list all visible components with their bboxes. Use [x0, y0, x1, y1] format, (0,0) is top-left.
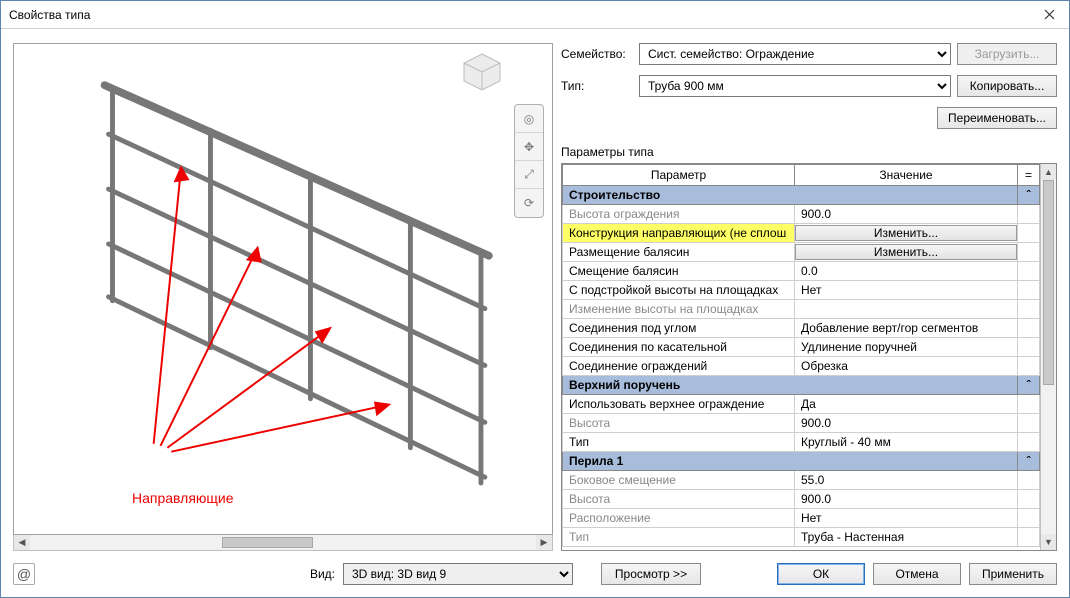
- value-cell[interactable]: Удлинение поручней: [795, 338, 1018, 357]
- close-button[interactable]: [1029, 1, 1069, 29]
- value-cell[interactable]: 0.0: [795, 262, 1018, 281]
- param-cell: Тип: [563, 528, 795, 547]
- scroll-down-icon[interactable]: ▼: [1041, 534, 1056, 550]
- param-cell: Расположение: [563, 509, 795, 528]
- eq-cell: [1018, 243, 1040, 262]
- eq-cell: [1018, 528, 1040, 547]
- value-cell[interactable]: Добавление верт/гор сегментов: [795, 319, 1018, 338]
- nav-pan-icon[interactable]: ✥: [515, 133, 543, 161]
- scroll-up-icon[interactable]: ▲: [1041, 164, 1056, 180]
- window-title: Свойства типа: [9, 8, 1029, 22]
- rename-button[interactable]: Переименовать...: [937, 107, 1057, 129]
- preview-h-scroll[interactable]: ◀ ▶: [13, 535, 553, 551]
- scroll-right-icon[interactable]: ▶: [536, 535, 552, 550]
- eq-cell: [1018, 433, 1040, 452]
- col-header-value[interactable]: Значение: [795, 165, 1018, 186]
- eq-cell: [1018, 338, 1040, 357]
- view-select[interactable]: 3D вид: 3D вид 9: [343, 563, 573, 585]
- param-cell: Конструкция направляющих (не сплош: [563, 224, 795, 243]
- cancel-button[interactable]: Отмена: [873, 563, 961, 585]
- family-select[interactable]: Сист. семейство: Ограждение: [639, 43, 951, 65]
- preview-button[interactable]: Просмотр >>: [601, 563, 701, 585]
- value-cell[interactable]: 900.0: [795, 490, 1018, 509]
- col-header-param[interactable]: Параметр: [563, 165, 795, 186]
- param-cell: Тип: [563, 433, 795, 452]
- group-header[interactable]: Верхний поручень: [563, 376, 1018, 395]
- param-cell: Соединение ограждений: [563, 357, 795, 376]
- value-cell[interactable]: 900.0: [795, 205, 1018, 224]
- copy-button[interactable]: Копировать...: [957, 75, 1057, 97]
- param-cell: Использовать верхнее ограждение: [563, 395, 795, 414]
- type-label: Тип:: [561, 79, 633, 93]
- param-cell: Высота: [563, 414, 795, 433]
- param-cell: С подстройкой высоты на площадках: [563, 281, 795, 300]
- view-label: Вид:: [310, 567, 335, 581]
- eq-cell: [1018, 509, 1040, 528]
- type-select[interactable]: Труба 900 мм: [639, 75, 951, 97]
- param-cell: Высота: [563, 490, 795, 509]
- family-label: Семейство:: [561, 47, 633, 61]
- eq-cell: [1018, 262, 1040, 281]
- group-header[interactable]: Перила 1: [563, 452, 1018, 471]
- eq-cell: [1018, 490, 1040, 509]
- eq-cell: [1018, 319, 1040, 338]
- apply-button[interactable]: Применить: [969, 563, 1057, 585]
- load-button[interactable]: Загрузить...: [957, 43, 1057, 65]
- eq-cell: [1018, 300, 1040, 319]
- nav-orbit-icon[interactable]: ⟳: [515, 189, 543, 217]
- value-cell[interactable]: Да: [795, 395, 1018, 414]
- eq-cell: [1018, 205, 1040, 224]
- edit-button[interactable]: Изменить...: [795, 244, 1017, 260]
- grid-v-scroll[interactable]: ▲ ▼: [1040, 164, 1056, 550]
- value-cell[interactable]: Круглый - 40 мм: [795, 433, 1018, 452]
- param-cell: Соединения по касательной: [563, 338, 795, 357]
- eq-cell: [1018, 471, 1040, 490]
- col-header-eq[interactable]: =: [1018, 165, 1040, 186]
- nav-zoom-icon[interactable]: ⤢: [515, 161, 543, 189]
- eq-cell: [1018, 357, 1040, 376]
- eq-cell: [1018, 395, 1040, 414]
- eq-cell: [1018, 281, 1040, 300]
- param-cell: Смещение балясин: [563, 262, 795, 281]
- group-collapse-icon[interactable]: ˆ: [1018, 452, 1040, 471]
- param-cell: Соединения под углом: [563, 319, 795, 338]
- group-collapse-icon[interactable]: ˆ: [1018, 186, 1040, 205]
- help-icon[interactable]: @: [13, 563, 35, 585]
- value-cell[interactable]: [795, 300, 1018, 319]
- nav-wheel-icon[interactable]: ◎: [515, 105, 543, 133]
- preview-viewport[interactable]: ◎ ✥ ⤢ ⟳ Направляющие: [13, 43, 553, 535]
- nav-toolbar: ◎ ✥ ⤢ ⟳: [514, 104, 544, 218]
- value-cell[interactable]: Обрезка: [795, 357, 1018, 376]
- edit-button[interactable]: Изменить...: [795, 225, 1017, 241]
- value-cell[interactable]: 900.0: [795, 414, 1018, 433]
- param-cell: Боковое смещение: [563, 471, 795, 490]
- value-cell[interactable]: Нет: [795, 281, 1018, 300]
- value-cell[interactable]: 55.0: [795, 471, 1018, 490]
- param-cell: Высота ограждения: [563, 205, 795, 224]
- group-collapse-icon[interactable]: ˆ: [1018, 376, 1040, 395]
- eq-cell: [1018, 414, 1040, 433]
- value-cell[interactable]: Нет: [795, 509, 1018, 528]
- params-section-label: Параметры типа: [561, 145, 1057, 159]
- param-cell: Изменение высоты на площадках: [563, 300, 795, 319]
- scroll-left-icon[interactable]: ◀: [14, 535, 30, 550]
- eq-cell: [1018, 224, 1040, 243]
- value-cell[interactable]: Труба - Настенная: [795, 528, 1018, 547]
- ok-button[interactable]: ОК: [777, 563, 865, 585]
- param-cell: Размещение балясин: [563, 243, 795, 262]
- annotation-label: Направляющие: [132, 490, 234, 506]
- group-header[interactable]: Строительство: [563, 186, 1018, 205]
- view-cube[interactable]: [460, 50, 504, 94]
